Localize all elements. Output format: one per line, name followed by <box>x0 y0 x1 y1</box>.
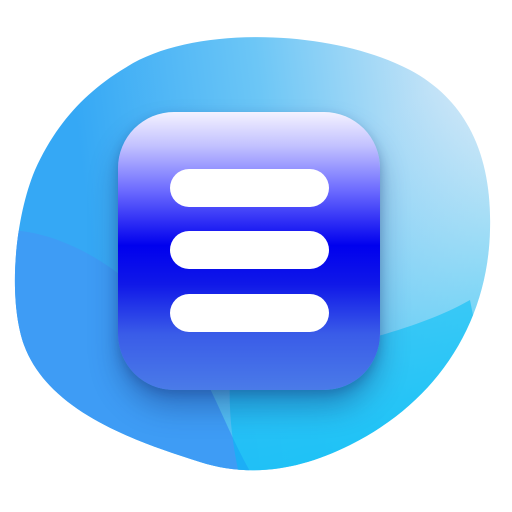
menu-tile[interactable] <box>118 112 380 390</box>
menu-icon-bar-middle <box>170 231 329 269</box>
menu-icon-bar-top <box>170 169 329 207</box>
menu-icon-bar-bottom <box>170 294 329 332</box>
app-icon <box>0 0 512 512</box>
